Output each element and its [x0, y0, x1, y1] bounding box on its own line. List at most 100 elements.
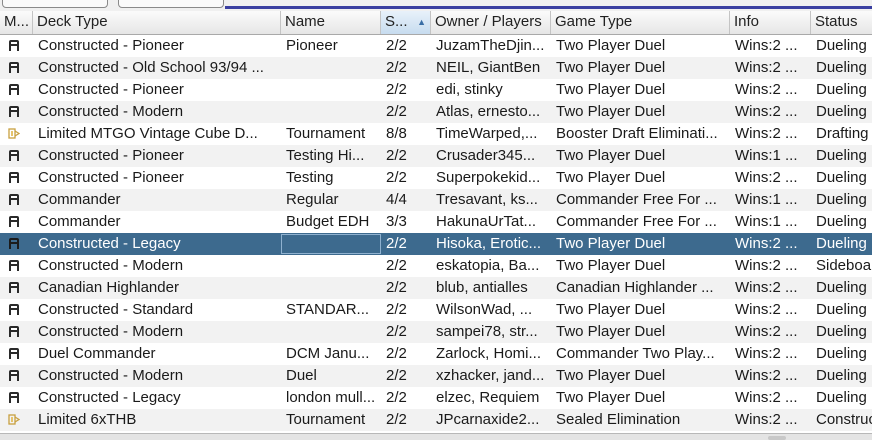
info-cell: Wins:2 ... [735, 81, 798, 98]
game-name-cell: Budget EDH [286, 213, 370, 230]
owner-players-cell: JuzamTheDjin... [436, 37, 545, 54]
column-header-info[interactable]: Info [730, 11, 811, 34]
column-header-name[interactable]: Name [281, 11, 381, 34]
info-cell: Wins:2 ... [735, 125, 798, 142]
limited-icon [8, 127, 21, 140]
status-cell: Dueling [816, 367, 867, 384]
seats-cell: 4/4 [386, 191, 407, 208]
game-name-cell [281, 57, 381, 79]
table-row[interactable]: Constructed - Modern 2/2 eskatopia, Ba... T… [0, 255, 872, 277]
column-header-mode[interactable]: M... [0, 11, 33, 34]
info-cell: Wins:2 ... [735, 389, 798, 406]
table-row[interactable]: Constructed - Pioneer Pioneer 2/2 JuzamTheD… [0, 35, 872, 57]
column-header-owner-players[interactable]: Owner / Players [431, 11, 551, 34]
seats-cell: 2/2 [386, 37, 407, 54]
column-header-status[interactable]: Status [811, 11, 872, 34]
status-cell: Dueling [816, 37, 867, 54]
deck-type-cell: Constructed - Pioneer [38, 147, 184, 164]
status-cell: Dueling [816, 279, 867, 296]
table-row[interactable]: Constructed - Pioneer Testing 2/2 Superpoke… [0, 167, 872, 189]
table-row[interactable]: Limited MTGO Vintage Cube D... Tournament… [0, 123, 872, 145]
status-cell: Drafting [816, 125, 869, 142]
table-row[interactable]: Canadian Highlander 2/2 blub, antialles Can… [0, 277, 872, 299]
deck-type-cell: Constructed - Standard [38, 301, 194, 318]
info-cell: Wins:2 ... [735, 345, 798, 362]
seats-cell: 2/2 [386, 257, 407, 274]
info-cell: Wins:2 ... [735, 257, 798, 274]
table-row[interactable]: Constructed - Modern 2/2 Atlas, ernesto...… [0, 101, 872, 123]
table-row[interactable]: Constructed - Legacy london mull... 2/2 elz… [0, 387, 872, 409]
status-cell: Dueling [816, 389, 867, 406]
toolbar-button[interactable] [2, 0, 108, 8]
table-row[interactable]: Constructed - Modern Duel 2/2 xzhacker, jan… [0, 365, 872, 387]
seats-cell: 2/2 [386, 169, 407, 186]
table-row[interactable]: Constructed - Standard STANDAR... 2/2 Wilso… [0, 299, 872, 321]
game-name-cell [281, 277, 381, 299]
table-row-selected[interactable]: Constructed - Legacy 2/2 Hisoka, Erotic...… [0, 233, 872, 255]
constructed-icon [8, 325, 20, 338]
owner-players-cell: WilsonWad, ... [436, 301, 533, 318]
owner-players-cell: elzec, Requiem [436, 389, 540, 406]
deck-type-cell: Constructed - Modern [38, 257, 184, 274]
column-header-game-type[interactable]: Game Type [551, 11, 730, 34]
sort-ascending-icon: ▲ [417, 17, 426, 27]
deck-type-cell: Constructed - Old School 93/94 ... [38, 59, 264, 76]
game-type-cell: Commander Free For ... [556, 191, 717, 208]
game-type-cell: Two Player Duel [556, 389, 666, 406]
owner-players-cell: eskatopia, Ba... [436, 257, 540, 274]
constructed-icon [8, 39, 20, 52]
deck-type-cell: Constructed - Pioneer [38, 37, 184, 54]
table-row[interactable]: Constructed - Modern 2/2 sampei78, str... T… [0, 321, 872, 343]
info-cell: Wins:2 ... [735, 169, 798, 186]
table-row[interactable]: Commander Regular 4/4 Tresavant, ks... Comma… [0, 189, 872, 211]
deck-type-cell: Constructed - Pioneer [38, 169, 184, 186]
game-name-cell: Tournament [286, 125, 366, 142]
deck-type-cell: Limited MTGO Vintage Cube D... [38, 125, 258, 142]
status-cell: Dueling [816, 81, 867, 98]
info-cell: Wins:2 ... [735, 323, 798, 340]
status-cell: Dueling [816, 147, 867, 164]
owner-players-cell: Tresavant, ks... [436, 191, 538, 208]
info-cell: Wins:2 ... [735, 103, 798, 120]
constructed-icon [8, 171, 20, 184]
column-header-deck-type[interactable]: Deck Type [33, 11, 281, 34]
scrollbar-thumb[interactable] [768, 436, 786, 440]
deck-type-cell: Constructed - Legacy [38, 389, 181, 406]
game-name-cell [281, 234, 381, 254]
info-cell: Wins:1 ... [735, 191, 798, 208]
seats-cell: 3/3 [386, 213, 407, 230]
game-name-cell: Regular [286, 191, 339, 208]
owner-players-cell: NEIL, GiantBen [436, 59, 541, 76]
seats-cell: 2/2 [386, 323, 407, 340]
constructed-icon [8, 105, 20, 118]
column-header-seats[interactable]: S... ▲ [381, 11, 431, 34]
status-cell: Dueling [816, 59, 867, 76]
table-row[interactable]: Constructed - Pioneer 2/2 edi, stinky Two P… [0, 79, 872, 101]
owner-players-cell: HakunaUrTat... [436, 213, 537, 230]
deck-type-cell: Limited 6xTHB [38, 411, 137, 428]
game-name-cell: Duel [286, 367, 317, 384]
table-row[interactable]: Constructed - Old School 93/94 ... 2/2 NEI… [0, 57, 872, 79]
table-row[interactable]: Limited 6xTHB Tournament 2/2 JPcarnaxide2..… [0, 409, 872, 431]
seats-cell: 2/2 [386, 279, 407, 296]
game-type-cell: Two Player Duel [556, 59, 666, 76]
table-row[interactable]: Constructed - Pioneer Testing Hi... 2/2 Cru… [0, 145, 872, 167]
game-name-cell: STANDAR... [286, 301, 370, 318]
toolbar-button[interactable] [118, 0, 224, 8]
table-row[interactable]: Commander Budget EDH 3/3 HakunaUrTat... Comm… [0, 211, 872, 233]
table-row[interactable]: Duel Commander DCM Janu... 2/2 Zarlock, Hom… [0, 343, 872, 365]
game-type-cell: Booster Draft Eliminati... [556, 125, 718, 142]
owner-players-cell: JPcarnaxide2... [436, 411, 540, 428]
deck-type-cell: Constructed - Legacy [38, 235, 181, 252]
status-cell: Construc [816, 411, 872, 428]
seats-cell: 2/2 [386, 411, 407, 428]
owner-players-cell: Superpokekid... [436, 169, 541, 186]
game-type-cell: Canadian Highlander ... [556, 279, 714, 296]
constructed-icon [8, 61, 20, 74]
seats-cell: 2/2 [386, 147, 407, 164]
constructed-icon [8, 259, 20, 272]
status-cell: Sideboa [816, 257, 872, 274]
game-type-cell: Two Player Duel [556, 103, 666, 120]
owner-players-cell: edi, stinky [436, 81, 503, 98]
status-cell: Dueling [816, 345, 867, 362]
